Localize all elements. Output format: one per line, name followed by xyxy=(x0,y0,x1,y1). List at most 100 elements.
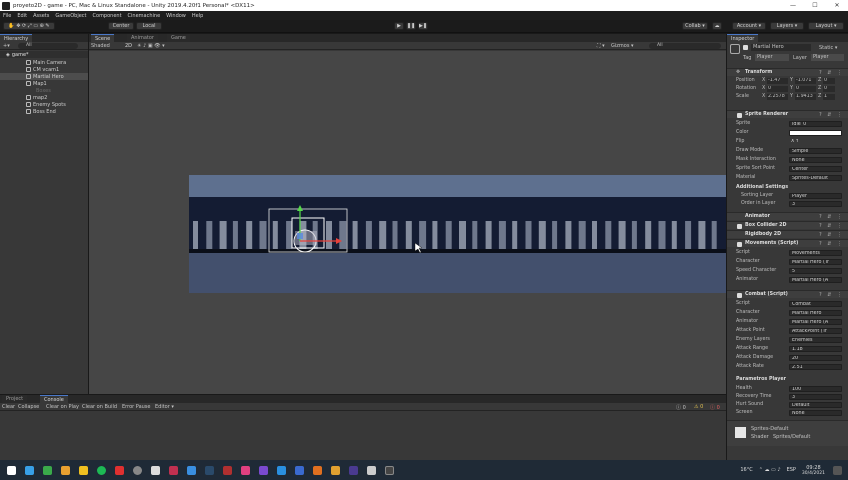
sprite-renderer-6-field[interactable]: Sprites-Default xyxy=(789,174,842,181)
clear-button[interactable]: Clear xyxy=(2,404,15,410)
scene-canvas[interactable] xyxy=(89,51,726,394)
add-icon[interactable]: +▾ xyxy=(3,43,10,49)
transform-x-field[interactable]: 0 xyxy=(767,85,788,92)
clock[interactable]: 09:28 30/4/2021 xyxy=(802,465,825,476)
combat-4-field[interactable]: Enemies xyxy=(789,336,842,343)
transform-z-field[interactable]: 0 xyxy=(823,77,835,84)
clear-on-build-button[interactable]: Clear on Build xyxy=(82,404,117,410)
tab-project[interactable]: Project xyxy=(2,395,28,403)
folder-icon[interactable] xyxy=(61,465,70,475)
sprite-renderer-0-field[interactable]: Idle_0 xyxy=(789,120,842,127)
tab-game[interactable]: Game xyxy=(167,34,190,42)
additional-settings-foldout[interactable]: Additional Settings xyxy=(727,184,848,192)
hierarchy-item-selected[interactable]: Martial Hero xyxy=(0,73,88,80)
tab-console[interactable]: Console xyxy=(40,395,68,403)
xbox-icon[interactable] xyxy=(133,465,142,475)
pause-button[interactable]: ❚❚ xyxy=(406,22,416,30)
sprite-renderer-5-field[interactable]: Center xyxy=(789,165,842,172)
layers-dropdown[interactable]: Layers ▾ xyxy=(770,22,804,30)
sprite-renderer-header[interactable]: Sprite Renderer ? ⇵ ⋮ xyxy=(727,110,848,118)
movements-1-field[interactable]: Martial Hero (Tr xyxy=(789,258,842,265)
transform-y-field[interactable]: -1.071 xyxy=(795,77,816,84)
minimize-button[interactable]: — xyxy=(782,2,804,9)
combat-6-field[interactable]: 20 xyxy=(789,354,842,361)
menu-edit[interactable]: Edit xyxy=(17,13,27,19)
editor-dropdown[interactable]: Editor ▾ xyxy=(155,404,174,410)
active-checkbox[interactable] xyxy=(743,45,748,50)
tray-icons[interactable]: ⌃ ☁ ▭ ♪ xyxy=(759,467,781,473)
combat-2-field[interactable]: Martial Hero (A xyxy=(789,318,842,325)
gizmos-dropdown[interactable]: Gizmos ▾ xyxy=(611,43,634,49)
account-dropdown[interactable]: Account ▾ xyxy=(732,22,766,30)
transform-y-field[interactable]: 0 xyxy=(795,85,816,92)
hierarchy-item[interactable]: Enemy Spots xyxy=(0,101,88,108)
store-icon[interactable] xyxy=(151,465,160,475)
transform-x-field[interactable]: -1.47 xyxy=(767,77,788,84)
scene-root-row[interactable]: ◈ game* xyxy=(0,51,88,58)
combat-header[interactable]: Combat (Script) ? ⇵ ⋮ xyxy=(727,290,848,298)
chrome-icon[interactable] xyxy=(43,465,52,475)
hierarchy-search-input[interactable]: All xyxy=(18,43,78,49)
hierarchy-item[interactable]: Map1 xyxy=(0,80,88,87)
browser-icon[interactable] xyxy=(187,465,196,475)
windows-start-icon[interactable] xyxy=(7,465,16,475)
steam-icon[interactable] xyxy=(205,465,214,475)
transform-z-field[interactable]: 1 xyxy=(823,93,835,100)
pivot-center-toggle[interactable]: Center xyxy=(108,22,134,30)
combat-5-field[interactable]: 1.18 xyxy=(789,345,842,352)
movements-header[interactable]: Movements (Script) ? ⇵ ⋮ xyxy=(727,239,848,247)
collab-button[interactable]: Collab ▾ xyxy=(682,22,708,30)
component-enabled-checkbox[interactable] xyxy=(737,112,742,118)
combat-3-field[interactable]: AttackPoint (Tr xyxy=(789,327,842,334)
scene-view-options-icon[interactable]: ☀ ♪ ▣ 👁 ▾ xyxy=(137,43,165,49)
hierarchy-item[interactable]: Boss End xyxy=(0,108,88,115)
tab-hierarchy[interactable]: Hierarchy xyxy=(0,34,33,42)
scene-search-input[interactable]: All xyxy=(649,43,721,49)
params-0-field[interactable]: 100 xyxy=(789,385,842,392)
movements-3-field[interactable]: Martial Hero (A xyxy=(789,276,842,283)
camera-icon[interactable]: ⛶ ▾ xyxy=(597,43,605,49)
layout-dropdown[interactable]: Layout ▾ xyxy=(808,22,844,30)
hierarchy-item[interactable]: map2 xyxy=(0,94,88,101)
unity-hub-icon[interactable] xyxy=(367,465,376,475)
layer-dropdown[interactable]: Player xyxy=(811,54,844,61)
clear-on-play-button[interactable]: Clear on Play xyxy=(46,404,79,410)
params-1-field[interactable]: 3 xyxy=(789,393,842,400)
animator-header[interactable]: Animator ? ⇵ ⋮ xyxy=(727,212,848,220)
movements-0-field[interactable]: Movements xyxy=(789,249,842,256)
tab-inspector[interactable]: Inspector xyxy=(727,34,759,42)
shading-dropdown[interactable]: Shaded xyxy=(91,43,110,49)
console-count-error[interactable]: ⓘ 0 xyxy=(710,404,720,411)
transform-z-field[interactable]: 0 xyxy=(823,85,835,92)
maximize-button[interactable]: ☐ xyxy=(804,2,826,9)
component-menu-icon[interactable]: ? ⇵ ⋮ xyxy=(819,223,844,229)
spotify-icon[interactable] xyxy=(97,465,106,475)
language-label[interactable]: ESP xyxy=(787,467,796,473)
sprite-renderer-4-field[interactable]: None xyxy=(789,156,842,163)
transform-tools[interactable]: ✋ ✥ ⟳ ⤢ ▭ ⊕ ✎ xyxy=(3,22,55,30)
2d-toggle[interactable]: 2D xyxy=(125,43,132,49)
movements-2-field[interactable]: 5 xyxy=(789,267,842,274)
component-enabled-checkbox[interactable] xyxy=(737,241,742,247)
object-name-field[interactable]: Martial Hero xyxy=(751,44,811,51)
component-menu-icon[interactable]: ? ⇵ ⋮ xyxy=(819,214,844,220)
hierarchy-item[interactable]: CM vcam1 xyxy=(0,66,88,73)
app-icon[interactable] xyxy=(169,465,178,475)
menu-cinemachine[interactable]: Cinemachine xyxy=(128,13,161,19)
unity-icon[interactable] xyxy=(385,465,394,475)
params-2-field[interactable]: Default xyxy=(789,401,842,408)
component-enabled-checkbox[interactable] xyxy=(737,223,742,229)
transform-y-field[interactable]: 1.9413 xyxy=(795,93,816,100)
illustrator-icon[interactable] xyxy=(331,465,340,475)
combat-7-field[interactable]: 2.51 xyxy=(789,363,842,370)
box-collider-header[interactable]: Box Collider 2D ? ⇵ ⋮ xyxy=(727,221,848,229)
play-button[interactable]: ▶ xyxy=(394,22,404,30)
component-menu-icon[interactable]: ? ⇵ ⋮ xyxy=(819,241,844,247)
photoshop-icon[interactable] xyxy=(349,465,358,475)
blender-icon[interactable] xyxy=(313,465,322,475)
params-3-field[interactable]: None xyxy=(789,409,842,416)
move-gizmo-plane-handle[interactable] xyxy=(297,233,303,239)
transform-header[interactable]: ✥ Transform ? ⇵ ⋮ xyxy=(727,68,848,76)
tab-scene[interactable]: Scene xyxy=(91,34,115,42)
component-menu-icon[interactable]: ? ⇵ ⋮ xyxy=(819,292,844,298)
